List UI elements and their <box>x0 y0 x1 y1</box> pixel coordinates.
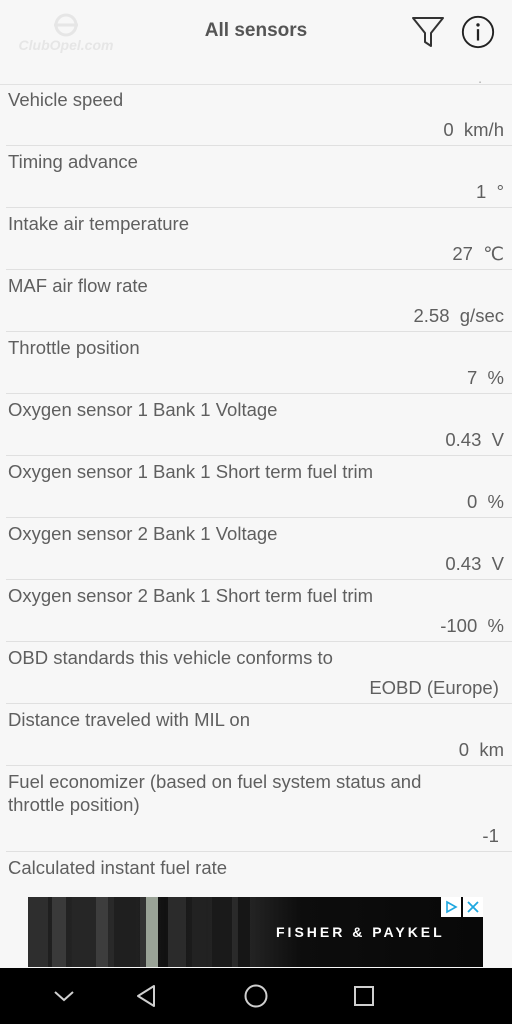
sensor-value: 27 ℃ <box>452 243 504 264</box>
sensor-value: -1 <box>482 825 504 846</box>
sensor-label: Intake air temperature <box>8 213 189 234</box>
recents-button[interactable] <box>346 978 382 1014</box>
sensor-label: Oxygen sensor 2 Bank 1 Short term fuel t… <box>8 585 374 606</box>
home-icon <box>244 984 268 1008</box>
ad-banner[interactable]: FISHER & PAYKEL <box>28 897 483 967</box>
sensor-label: OBD standards this vehicle conforms to <box>8 647 333 668</box>
info-icon <box>461 15 495 49</box>
sensor-row: Vehicle speed 0 km/h <box>6 84 512 146</box>
sensor-value: 0 km/h <box>443 119 504 140</box>
chevron-down-icon <box>54 991 74 1002</box>
sensor-row: Oxygen sensor 1 Bank 1 Short term fuel t… <box>6 456 512 518</box>
home-button[interactable] <box>238 978 274 1014</box>
sensor-label: Throttle position <box>8 337 140 358</box>
sensor-value: -100 % <box>440 615 504 636</box>
hide-nav-button[interactable] <box>46 978 82 1014</box>
screen: ClubOpel.com All sensors . Vehicle speed… <box>0 0 512 1024</box>
sensor-list[interactable]: Vehicle speed 0 km/h Timing advance 1 ° … <box>0 84 512 914</box>
ad-brand: FISHER & PAYKEL <box>276 924 445 940</box>
filter-icon <box>412 17 444 47</box>
sensor-value: 2.58 g/sec <box>413 305 504 326</box>
sensor-row: Throttle position 7 % <box>6 332 512 394</box>
back-button[interactable] <box>128 978 164 1014</box>
sensor-label: Vehicle speed <box>8 89 124 110</box>
system-nav-bar <box>0 968 512 1024</box>
adchoices-icon <box>446 900 458 914</box>
back-icon <box>137 985 155 1007</box>
close-icon <box>467 901 479 913</box>
sensor-label: Oxygen sensor 1 Bank 1 Short term fuel t… <box>8 461 374 482</box>
adchoices-button[interactable] <box>441 897 461 917</box>
sensor-label: Oxygen sensor 2 Bank 1 Voltage <box>8 523 278 544</box>
recents-icon <box>354 986 374 1006</box>
sensor-value: 1 ° <box>476 181 504 202</box>
sensor-row: Oxygen sensor 2 Bank 1 Short term fuel t… <box>6 580 512 642</box>
sensor-row: Fuel economizer (based on fuel system st… <box>6 766 512 852</box>
sensor-row: Oxygen sensor 2 Bank 1 Voltage 0.43 V <box>6 518 512 580</box>
sensor-value: 0 km <box>458 739 504 760</box>
ad-product-image <box>28 897 250 967</box>
sensor-label: Oxygen sensor 1 Bank 1 Voltage <box>8 399 278 420</box>
sensor-label: Calculated instant fuel rate <box>8 857 228 878</box>
info-button[interactable] <box>460 12 496 52</box>
sensor-row: Intake air temperature 27 ℃ <box>6 208 512 270</box>
ad-close-button[interactable] <box>463 897 483 917</box>
sensor-value: EOBD (Europe) <box>369 677 504 698</box>
sensor-row: Distance traveled with MIL on 0 km <box>6 704 512 766</box>
sensor-label: Distance traveled with MIL on <box>8 709 250 730</box>
sensor-label: Fuel economizer (based on fuel system st… <box>8 771 422 815</box>
app-header: ClubOpel.com All sensors . <box>0 0 512 86</box>
sensor-value: 0.43 V <box>445 553 504 574</box>
sensor-value: 0.43 V <box>445 429 504 450</box>
sensor-value: 0 % <box>466 491 504 512</box>
sensor-row: Timing advance 1 ° <box>6 146 512 208</box>
sensor-row: MAF air flow rate 2.58 g/sec <box>6 270 512 332</box>
sensor-row: OBD standards this vehicle conforms to E… <box>6 642 512 704</box>
sensor-label: Timing advance <box>8 151 138 172</box>
filter-button[interactable] <box>410 12 446 52</box>
sensor-label: MAF air flow rate <box>8 275 148 296</box>
sensor-value: 7 % <box>466 367 504 388</box>
sensor-row: Oxygen sensor 1 Bank 1 Voltage 0.43 V <box>6 394 512 456</box>
